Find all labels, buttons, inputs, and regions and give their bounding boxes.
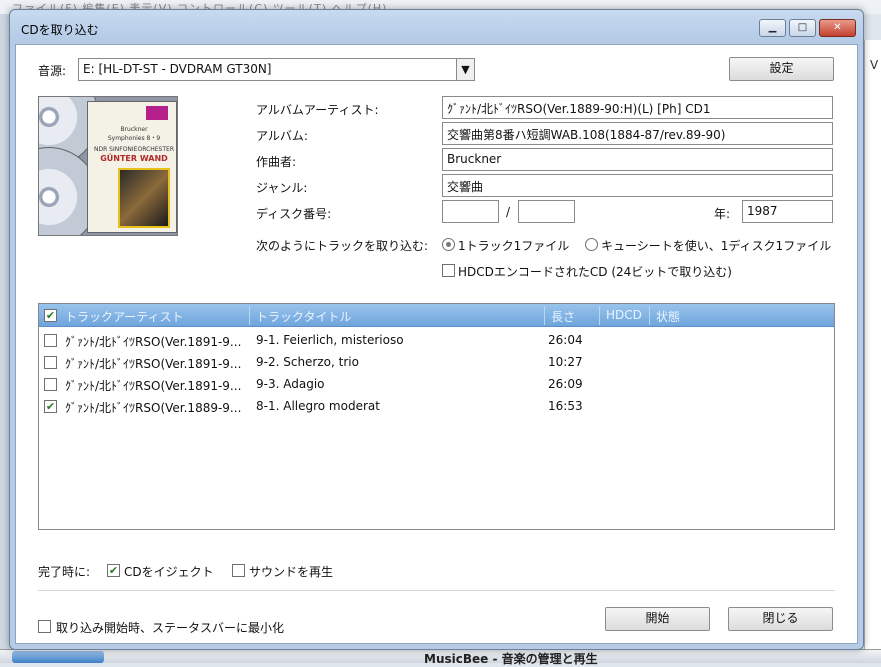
background-app-title: MusicBee - 音楽の管理と再生	[424, 652, 598, 666]
year-input[interactable]: 1987	[742, 200, 833, 223]
track-checkbox[interactable]: ✔	[44, 400, 57, 413]
player-controls[interactable]	[12, 651, 104, 663]
track-length-cell: 16:53	[548, 399, 583, 413]
album-cover-front: Bruckner Symphonies 8・9 NDR SINFONIEORCH…	[87, 101, 177, 233]
table-row[interactable]: ✔ ｸﾞｧﾝﾄ/北ﾄﾞｲﾂRSO(Ver.1889-9... 8-1. Alle…	[39, 395, 834, 417]
hdcd-checkbox-label[interactable]: HDCDエンコードされたCD (24ビットで取り込む)	[458, 263, 732, 280]
source-dropdown[interactable]: E: [HL-DT-ST - DVDRAM GT30N] ▼	[78, 58, 475, 81]
column-separator	[649, 306, 650, 325]
radio-cue-sheet[interactable]	[585, 238, 598, 251]
column-header-artist[interactable]: トラックアーティスト	[65, 308, 184, 325]
composer-input[interactable]: Bruckner	[442, 148, 833, 171]
track-title-cell: 8-1. Allegro moderat	[256, 399, 380, 413]
source-value: E: [HL-DT-ST - DVDRAM GT30N]	[83, 62, 272, 76]
cd-rip-dialog: CDを取り込む ▁ □ ✕ 音源: E: [HL-DT-ST - DVDRAM …	[9, 9, 864, 650]
label-logo	[146, 106, 168, 120]
background-right-pane	[864, 40, 881, 650]
track-length-cell: 26:04	[548, 333, 583, 347]
table-row[interactable]: ｸﾞｧﾝﾄ/北ﾄﾞｲﾂRSO(Ver.1891-9... 9-2. Scherz…	[39, 351, 834, 373]
hdcd-checkbox[interactable]	[442, 264, 455, 277]
column-separator	[249, 306, 250, 325]
track-artist-cell: ｸﾞｧﾝﾄ/北ﾄﾞｲﾂRSO(Ver.1889-9...	[65, 401, 242, 415]
track-title-cell: 9-3. Adagio	[256, 377, 325, 391]
year-label: 年:	[714, 207, 731, 221]
conductor-photo	[118, 168, 170, 228]
radio-one-file-per-track[interactable]	[442, 238, 455, 251]
column-header-title[interactable]: トラックタイトル	[256, 308, 352, 325]
track-title-cell: 9-2. Scherzo, trio	[256, 355, 359, 369]
source-label: 音源:	[38, 64, 67, 78]
track-checkbox[interactable]	[44, 378, 57, 391]
minimize-to-statusbar-checkbox[interactable]	[38, 620, 51, 633]
column-separator	[544, 306, 545, 325]
background-right-letter: V	[870, 58, 879, 72]
background-player-bar: MusicBee - 音楽の管理と再生	[0, 649, 881, 666]
dialog-titlebar[interactable]: CDを取り込む ▁ □ ✕	[10, 10, 863, 44]
minimize-to-statusbar-label[interactable]: 取り込み開始時、ステータスバーに最小化	[56, 619, 284, 636]
track-artist-cell: ｸﾞｧﾝﾄ/北ﾄﾞｲﾂRSO(Ver.1891-9...	[65, 335, 242, 349]
track-title-cell: 9-1. Feierlich, misterioso	[256, 333, 404, 347]
eject-checkbox-label[interactable]: CDをイジェクト	[124, 563, 214, 580]
minimize-button[interactable]: ▁	[759, 19, 786, 37]
footer-divider	[38, 590, 835, 591]
track-checkbox[interactable]	[44, 356, 57, 369]
dialog-title: CDを取り込む	[21, 23, 99, 37]
disc-number-input[interactable]	[442, 200, 499, 223]
chevron-down-icon[interactable]: ▼	[456, 59, 474, 80]
track-artist-cell: ｸﾞｧﾝﾄ/北ﾄﾞｲﾂRSO(Ver.1891-9...	[65, 379, 242, 393]
play-sound-checkbox-label[interactable]: サウンドを再生	[249, 563, 333, 580]
album-cover-image: Bruckner Symphonies 8・9 NDR SINFONIEORCH…	[38, 96, 178, 236]
maximize-button[interactable]: □	[789, 19, 816, 37]
close-window-button[interactable]: ✕	[819, 19, 856, 37]
album-label: アルバム:	[256, 129, 308, 143]
disc-number-label: ディスク番号:	[256, 207, 332, 221]
play-sound-checkbox[interactable]	[232, 564, 245, 577]
album-artist-label: アルバムアーティスト:	[256, 103, 379, 117]
genre-label: ジャンル:	[256, 181, 308, 195]
track-length-cell: 10:27	[548, 355, 583, 369]
cover-text: Symphonies 8・9	[107, 135, 161, 142]
column-header-status[interactable]: 状態	[656, 308, 680, 325]
cover-text: Bruckner	[120, 126, 148, 133]
column-header-length[interactable]: 長さ	[551, 308, 575, 325]
select-all-checkbox[interactable]: ✔	[44, 309, 57, 322]
column-header-hdcd[interactable]: HDCD	[606, 308, 642, 322]
disc-total-input[interactable]	[518, 200, 575, 223]
on-complete-label: 完了時に:	[38, 565, 91, 579]
table-row[interactable]: ｸﾞｧﾝﾄ/北ﾄﾞｲﾂRSO(Ver.1891-9... 9-1. Feierl…	[39, 329, 834, 351]
track-checkbox[interactable]	[44, 334, 57, 347]
album-artist-input[interactable]: ｸﾞｧﾝﾄ/北ﾄﾞｲﾂRSO(Ver.1889-90:H)(L) [Ph] CD…	[442, 96, 833, 119]
settings-button[interactable]: 設定	[729, 57, 834, 81]
cover-text: NDR SINFONIEORCHESTER	[94, 146, 174, 153]
start-button[interactable]: 開始	[605, 607, 710, 631]
disc-separator: /	[506, 205, 511, 219]
genre-input[interactable]: 交響曲	[442, 174, 833, 197]
radio-one-file-per-track-label[interactable]: 1トラック1ファイル	[458, 237, 569, 254]
dialog-content: 音源: E: [HL-DT-ST - DVDRAM GT30N] ▼ 設定 Br…	[15, 44, 858, 644]
track-table-header: ✔ トラックアーティスト トラックタイトル 長さ HDCD 状態	[39, 304, 834, 327]
table-row[interactable]: ｸﾞｧﾝﾄ/北ﾄﾞｲﾂRSO(Ver.1891-9... 9-3. Adagio…	[39, 373, 834, 395]
column-separator	[599, 306, 600, 325]
close-button[interactable]: 閉じる	[728, 607, 833, 631]
eject-checkbox[interactable]: ✔	[107, 564, 120, 577]
composer-label: 作曲者:	[256, 155, 297, 169]
cover-text: GÜNTER WAND	[100, 154, 168, 163]
album-input[interactable]: 交響曲第8番ハ短調WAB.108(1884-87/rev.89-90)	[442, 122, 833, 145]
track-artist-cell: ｸﾞｧﾝﾄ/北ﾄﾞｲﾂRSO(Ver.1891-9...	[65, 357, 242, 371]
radio-cue-sheet-label[interactable]: キューシートを使い、1ディスク1ファイル	[601, 237, 831, 254]
track-length-cell: 26:09	[548, 377, 583, 391]
track-table: ✔ トラックアーティスト トラックタイトル 長さ HDCD 状態 ｸﾞｧﾝﾄ/北…	[38, 303, 835, 530]
rip-mode-label: 次のようにトラックを取り込む:	[256, 239, 429, 253]
